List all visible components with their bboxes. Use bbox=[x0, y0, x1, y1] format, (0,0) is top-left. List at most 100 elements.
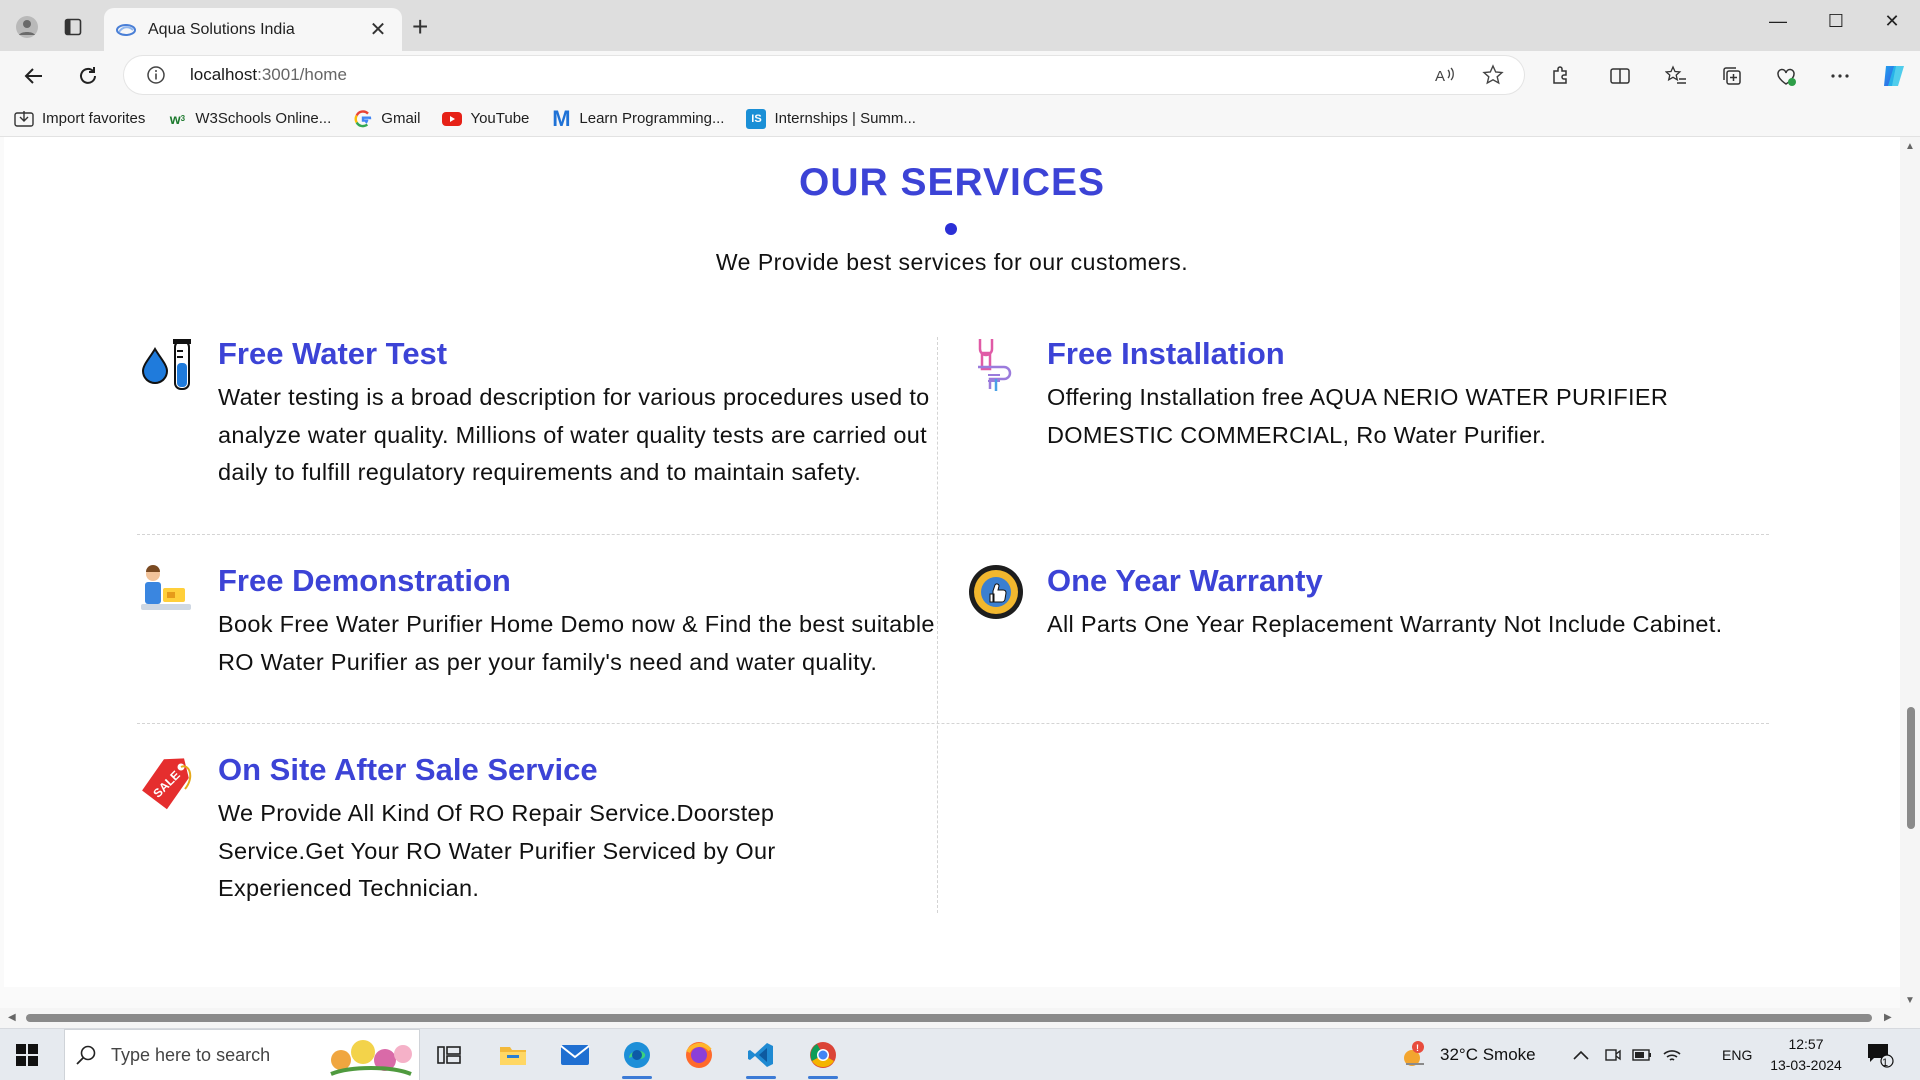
favorite-label: Learn Programming... bbox=[579, 110, 725, 127]
svg-text:A: A bbox=[1435, 68, 1445, 85]
battery-icon[interactable] bbox=[1632, 1029, 1652, 1080]
horizontal-scrollbar[interactable]: ◀ ▶ bbox=[0, 1008, 1900, 1028]
tab-actions-icon[interactable] bbox=[60, 14, 86, 40]
notification-count: 1 bbox=[1882, 1057, 1889, 1069]
tab-strip: Aqua Solutions India ✕ + — ☐ ✕ bbox=[0, 0, 1920, 51]
water-test-icon bbox=[141, 339, 191, 390]
service-title: One Year Warranty bbox=[1047, 563, 1323, 598]
favorite-label: Import favorites bbox=[42, 110, 146, 127]
windows-start-icon[interactable] bbox=[16, 1044, 38, 1066]
service-description: Offering Installation free AQUA NERIO WA… bbox=[1047, 384, 1669, 448]
favorite-star-icon[interactable] bbox=[1482, 56, 1504, 94]
heading-dot bbox=[945, 223, 957, 235]
vscode-icon[interactable] bbox=[736, 1035, 786, 1079]
maximize-button[interactable]: ☐ bbox=[1816, 6, 1856, 36]
chrome-icon[interactable] bbox=[798, 1035, 848, 1079]
weather-widget[interactable]: ! 32°C Smoke bbox=[1400, 1029, 1536, 1080]
scroll-down-icon[interactable]: ▼ bbox=[1905, 995, 1915, 1006]
url-text[interactable]: localhost:3001/home bbox=[190, 65, 347, 85]
w3schools-icon: w3 bbox=[169, 110, 186, 127]
scroll-right-icon[interactable]: ▶ bbox=[1884, 1012, 1892, 1023]
search-placeholder: Type here to search bbox=[111, 1044, 271, 1065]
collections-icon[interactable] bbox=[1716, 61, 1748, 91]
scroll-up-icon[interactable]: ▲ bbox=[1905, 141, 1915, 152]
notification-center-icon[interactable]: 1 bbox=[1866, 1029, 1894, 1080]
is-logo-icon: IS bbox=[746, 108, 767, 129]
favorite-learn-programming[interactable]: M Learn Programming... bbox=[551, 105, 725, 131]
refresh-icon[interactable] bbox=[72, 61, 104, 91]
windows-taskbar: Type here to search ! 32°C Smoke ENG 12:… bbox=[0, 1028, 1920, 1080]
favorite-w3schools[interactable]: w3 W3Schools Online... bbox=[167, 109, 332, 129]
file-explorer-icon[interactable] bbox=[488, 1035, 538, 1075]
aqua-favicon-icon bbox=[116, 23, 136, 36]
vertical-scrollbar[interactable]: ▲ ▼ bbox=[1900, 137, 1920, 1028]
tab-active[interactable]: Aqua Solutions India ✕ bbox=[104, 8, 402, 51]
service-description: All Parts One Year Replacement Warranty … bbox=[1047, 611, 1723, 637]
favorites-list-icon[interactable] bbox=[1660, 61, 1692, 91]
task-view-icon[interactable] bbox=[424, 1035, 474, 1075]
m-logo-icon: M bbox=[552, 105, 571, 131]
more-options-icon[interactable] bbox=[1824, 61, 1856, 91]
address-bar[interactable]: localhost:3001/home A bbox=[124, 56, 1524, 94]
show-hidden-icons[interactable] bbox=[1572, 1029, 1590, 1080]
favorite-import[interactable]: Import favorites bbox=[14, 109, 145, 129]
service-title: Free Demonstration bbox=[218, 563, 511, 598]
navigation-bar: localhost:3001/home A bbox=[0, 51, 1920, 101]
back-icon[interactable] bbox=[18, 61, 50, 91]
new-tab-button[interactable]: + bbox=[412, 13, 428, 41]
close-window-button[interactable]: ✕ bbox=[1872, 6, 1912, 36]
extensions-icon[interactable] bbox=[1544, 61, 1576, 91]
edge-browser-icon[interactable] bbox=[612, 1035, 662, 1079]
services-section: OUR SERVICES We Provide best services fo… bbox=[4, 137, 1900, 987]
favorite-label: Gmail bbox=[381, 110, 421, 127]
sale-tag-icon: SALE bbox=[142, 758, 192, 810]
services-heading: OUR SERVICES bbox=[798, 161, 1106, 204]
favorite-label: YouTube bbox=[470, 110, 530, 127]
service-card-after-sale: SALE On Site After Sale Service We Provi… bbox=[137, 753, 937, 908]
favorite-label: W3Schools Online... bbox=[195, 110, 332, 127]
tab-close-icon[interactable]: ✕ bbox=[366, 17, 390, 42]
google-icon bbox=[353, 109, 373, 129]
url-path: :3001/home bbox=[257, 65, 347, 84]
favorite-internships[interactable]: IS Internships | Summ... bbox=[746, 108, 916, 129]
youtube-icon bbox=[442, 109, 463, 129]
meet-now-icon[interactable] bbox=[1604, 1029, 1622, 1080]
language-indicator[interactable]: ENG bbox=[1722, 1029, 1752, 1080]
service-description: Water testing is a broad description for… bbox=[218, 384, 930, 485]
horizontal-scroll-thumb[interactable] bbox=[26, 1014, 1872, 1022]
favorite-youtube[interactable]: YouTube bbox=[442, 109, 529, 129]
services-subtitle: We Provide best services for our custome… bbox=[715, 249, 1189, 275]
firefox-icon[interactable] bbox=[674, 1035, 724, 1075]
mail-icon[interactable] bbox=[550, 1035, 600, 1075]
vertical-scroll-thumb[interactable] bbox=[1907, 707, 1915, 829]
browser-essentials-icon[interactable] bbox=[1770, 61, 1802, 91]
scroll-left-icon[interactable]: ◀ bbox=[8, 1012, 16, 1023]
service-description: Book Free Water Purifier Home Demo now &… bbox=[218, 611, 935, 675]
weather-icon: ! bbox=[1404, 1041, 1424, 1066]
read-aloud-icon[interactable]: A bbox=[1434, 56, 1456, 94]
favorite-gmail[interactable]: Gmail bbox=[353, 109, 420, 129]
taskbar-clock[interactable]: 12:57 13-03-2024 bbox=[1766, 1034, 1846, 1076]
service-title: Free Water Test bbox=[218, 336, 448, 371]
site-info-icon[interactable] bbox=[146, 65, 166, 85]
minimize-button[interactable]: — bbox=[1758, 6, 1798, 36]
service-card-water-test: Free Water Test Water testing is a broad… bbox=[137, 337, 937, 492]
grid-divider-1 bbox=[137, 534, 1769, 535]
service-card-installation: Free Installation Offering Installation … bbox=[966, 337, 1769, 454]
clock-date: 13-03-2024 bbox=[1770, 1057, 1842, 1073]
service-title: Free Installation bbox=[1047, 336, 1285, 371]
taskbar-search[interactable]: Type here to search bbox=[64, 1029, 420, 1080]
split-screen-icon[interactable] bbox=[1604, 61, 1636, 91]
grid-divider-2 bbox=[137, 723, 1769, 724]
svg-text:!: ! bbox=[1416, 1043, 1419, 1053]
service-card-warranty: One Year Warranty All Parts One Year Rep… bbox=[966, 564, 1769, 644]
profile-icon[interactable] bbox=[14, 14, 40, 40]
service-title: On Site After Sale Service bbox=[218, 752, 598, 787]
copilot-icon[interactable] bbox=[1878, 61, 1910, 91]
wifi-icon[interactable] bbox=[1662, 1029, 1682, 1080]
search-highlight-flowers-icon bbox=[330, 1040, 412, 1076]
service-card-demonstration: Free Demonstration Book Free Water Purif… bbox=[137, 564, 937, 681]
demonstration-icon bbox=[141, 565, 191, 610]
search-icon bbox=[76, 1045, 96, 1065]
url-host: localhost bbox=[190, 65, 258, 84]
